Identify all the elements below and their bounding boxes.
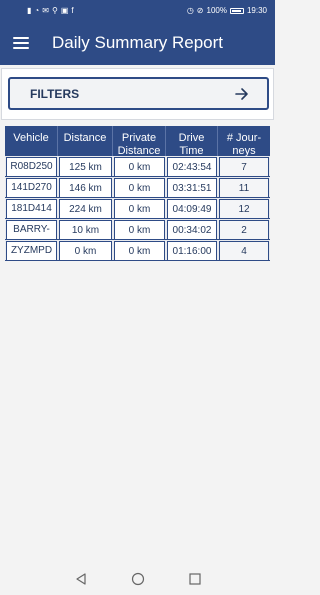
status-icons-left: ▮ ◔ ✉ ⚲ ▣ f	[27, 5, 74, 15]
cell-drive-time: 04:09:49	[167, 199, 217, 219]
alarm-icon: ◷	[186, 5, 194, 15]
battery-icon	[229, 7, 244, 14]
header-drive-time[interactable]: Drive Time	[166, 126, 218, 156]
cell-journeys: 2	[219, 220, 269, 240]
cell-drive-time: 01:16:00	[167, 241, 217, 261]
page-title: Daily Summary Report	[52, 33, 223, 52]
table-row[interactable]: R08D250 125 km 0 km 02:43:54 7	[5, 156, 270, 177]
wifi-icon: ◔	[34, 5, 40, 15]
recents-icon[interactable]	[188, 572, 202, 586]
status-icons-right: ◷ ⊘ 100% 19:30	[187, 6, 267, 15]
summary-table: Vehicle Distance Private Distance Drive …	[5, 126, 270, 261]
arrow-right-icon	[235, 87, 248, 100]
home-icon[interactable]	[131, 572, 145, 586]
filters-card: FILTERS	[1, 68, 274, 120]
cell-distance: 224 km	[59, 199, 112, 219]
table-row[interactable]: 141D270 146 km 0 km 03:31:51 11	[5, 177, 270, 198]
table-row[interactable]: 181D414 224 km 0 km 04:09:49 12	[5, 198, 270, 219]
cell-distance: 125 km	[59, 157, 112, 177]
cell-vehicle: 141D270	[6, 178, 57, 198]
facebook-icon: f	[71, 5, 74, 15]
do-not-disturb-icon: ⊘	[196, 5, 204, 15]
cell-vehicle: 181D414	[6, 199, 57, 219]
cell-journeys: 4	[219, 241, 269, 261]
cell-journeys: 7	[219, 157, 269, 177]
system-nav-bar	[0, 563, 275, 595]
cell-private-distance: 0 km	[114, 199, 165, 219]
cell-private-distance: 0 km	[114, 220, 165, 240]
mail-icon: ✉	[42, 5, 49, 15]
cell-journeys: 11	[219, 178, 269, 198]
header-vehicle[interactable]: Vehicle	[5, 126, 58, 156]
cell-private-distance: 0 km	[114, 157, 165, 177]
cell-distance: 146 km	[59, 178, 112, 198]
cell-private-distance: 0 km	[114, 178, 165, 198]
filters-label: FILTERS	[30, 86, 80, 101]
cell-vehicle: R08D250	[6, 157, 57, 177]
image-icon: ▣	[60, 5, 69, 15]
table-row[interactable]: ZYZMPD 0 km 0 km 01:16:00 4	[5, 240, 270, 261]
cell-drive-time: 03:31:51	[167, 178, 217, 198]
cell-drive-time: 00:34:02	[167, 220, 217, 240]
battery-percent: 100%	[206, 6, 227, 15]
usb-icon: ⚲	[51, 5, 58, 15]
cell-private-distance: 0 km	[114, 241, 165, 261]
header-private-distance[interactable]: Private Distance	[113, 126, 166, 156]
cell-vehicle: BARRY-	[6, 220, 57, 240]
cell-distance: 10 km	[59, 220, 112, 240]
cell-vehicle: ZYZMPD	[6, 241, 57, 261]
cell-drive-time: 02:43:54	[167, 157, 217, 177]
filters-button[interactable]: FILTERS	[8, 77, 269, 110]
header-distance[interactable]: Distance	[58, 126, 113, 156]
signal-icon: ▮	[27, 5, 32, 15]
table-header: Vehicle Distance Private Distance Drive …	[5, 126, 270, 156]
menu-icon[interactable]	[13, 37, 29, 49]
app-bar: Daily Summary Report	[0, 21, 275, 65]
header-journeys[interactable]: # Jour- neys	[218, 126, 270, 156]
back-icon[interactable]	[74, 572, 88, 586]
clock: 19:30	[246, 6, 267, 15]
table-row[interactable]: BARRY- 10 km 0 km 00:34:02 2	[5, 219, 270, 240]
cell-distance: 0 km	[59, 241, 112, 261]
status-bar: ▮ ◔ ✉ ⚲ ▣ f ◷ ⊘ 100% 19:30	[0, 0, 275, 21]
cell-journeys: 12	[219, 199, 269, 219]
